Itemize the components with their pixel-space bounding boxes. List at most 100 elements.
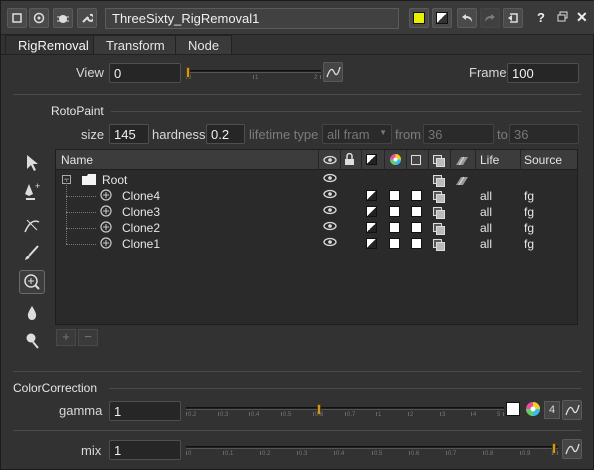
tab-transform[interactable]: Transform <box>93 35 178 54</box>
mask-toggle[interactable] <box>411 238 422 249</box>
slider-tick-label: 0 <box>188 451 192 457</box>
gamma-slider[interactable]: 0.2 0.3 0.4 0.5 0.6 0.7 1 2 3 4 5 <box>186 404 504 418</box>
column-name[interactable]: Name <box>61 153 93 167</box>
lifetime-type-select[interactable]: all fram ▼ <box>322 124 392 144</box>
slider-tick-label: 0.7 <box>347 412 356 418</box>
overlay-toggle[interactable] <box>433 239 445 251</box>
source-value[interactable]: fg <box>524 205 534 219</box>
pen-tool-icon[interactable]: + <box>19 179 45 203</box>
float-icon[interactable] <box>557 11 568 25</box>
disable-icon[interactable] <box>7 8 27 28</box>
frame-input[interactable]: 100 <box>507 63 579 83</box>
slider-tick-label: 4 <box>473 412 477 418</box>
source-value[interactable]: fg <box>524 189 534 203</box>
overlay-toggle[interactable] <box>433 223 445 235</box>
split-swatch-icon[interactable] <box>432 8 452 28</box>
tab-node[interactable]: Node <box>175 35 233 54</box>
tree-row[interactable]: Clone3 all fg <box>56 196 577 220</box>
channel-count-button[interactable]: 4 <box>544 401 560 419</box>
remove-stroke-button[interactable]: − <box>78 329 98 346</box>
overlay-column-icon[interactable] <box>433 155 445 167</box>
folder-icon <box>82 174 96 188</box>
column-source[interactable]: Source <box>524 153 562 167</box>
mix-input[interactable]: 1 <box>109 440 181 460</box>
help-icon[interactable]: ? <box>537 10 545 25</box>
eye-icon[interactable] <box>323 189 337 202</box>
life-value[interactable]: all <box>480 221 492 235</box>
life-value[interactable]: all <box>480 189 492 203</box>
eye-icon[interactable] <box>323 173 337 186</box>
properties-panel: ThreeSixty_RigRemoval1 ? ✕ RigRemoval Tr… <box>0 0 594 470</box>
tree-row-root[interactable]: − Root <box>56 172 577 188</box>
center-node-icon[interactable] <box>29 8 49 28</box>
redo-icon[interactable] <box>480 8 500 28</box>
to-input[interactable]: 36 <box>509 124 579 144</box>
mask-column-icon[interactable] <box>411 155 421 165</box>
wrench-icon[interactable] <box>77 8 97 28</box>
mix-slider[interactable]: 0 0.1 0.2 0.3 0.4 0.5 0.6 0.7 0.8 0.9 1 <box>186 443 558 457</box>
blur-drop-icon[interactable] <box>19 301 45 325</box>
column-life[interactable]: Life <box>480 153 499 167</box>
clone-tool-icon[interactable] <box>19 270 45 294</box>
slider-tick-label: 0.2 <box>262 451 271 457</box>
color-swatch-icon[interactable] <box>409 8 429 28</box>
hardness-label: hardness <box>152 127 206 142</box>
source-value[interactable]: fg <box>524 221 534 235</box>
view-input[interactable]: 0 <box>109 63 181 83</box>
revert-icon[interactable] <box>503 8 523 28</box>
life-value[interactable]: all <box>480 205 492 219</box>
color-swatch[interactable] <box>389 238 400 249</box>
view-slider-handle[interactable] <box>186 67 190 78</box>
undo-icon[interactable] <box>457 8 477 28</box>
color-wheel-icon[interactable] <box>525 401 541 420</box>
dodge-icon[interactable] <box>19 329 45 353</box>
tab-rigremoval[interactable]: RigRemoval <box>5 35 102 54</box>
motion-blur-toggle[interactable] <box>454 175 470 189</box>
color-toggle[interactable] <box>366 190 377 201</box>
node-name-field[interactable]: ThreeSixty_RigRemoval1 <box>105 8 399 29</box>
add-stroke-button[interactable]: + <box>56 329 76 346</box>
stroke-tree[interactable]: Name Life Source − Root Clone4 all fg Cl… <box>55 149 578 346</box>
bug-icon[interactable] <box>53 8 73 28</box>
lock-icon[interactable] <box>344 152 355 169</box>
eye-icon[interactable] <box>323 154 337 168</box>
color-swatch[interactable] <box>389 222 400 233</box>
size-input[interactable]: 145 <box>109 124 149 144</box>
overlay-toggle[interactable] <box>433 191 445 203</box>
motion-blur-icon[interactable] <box>454 155 470 169</box>
close-icon[interactable]: ✕ <box>576 9 588 26</box>
select-arrow-icon[interactable] <box>19 151 45 175</box>
eye-icon[interactable] <box>323 237 337 250</box>
color-wheel-icon[interactable] <box>389 153 402 169</box>
animation-curve-icon[interactable] <box>562 439 582 459</box>
color-toggle[interactable] <box>366 222 377 233</box>
overlay-toggle[interactable] <box>433 175 445 187</box>
mask-toggle[interactable] <box>411 206 422 217</box>
tree-row[interactable]: Clone4 all fg <box>56 180 577 204</box>
color-swatch[interactable] <box>389 190 400 201</box>
source-value[interactable]: fg <box>524 237 534 251</box>
color-swatch[interactable] <box>389 206 400 217</box>
animation-curve-icon[interactable] <box>562 400 582 420</box>
color-column-icon[interactable] <box>366 154 377 165</box>
eye-icon[interactable] <box>323 205 337 218</box>
brush-icon[interactable] <box>19 241 45 265</box>
from-input[interactable]: 36 <box>423 124 494 144</box>
hardness-input[interactable]: 0.2 <box>206 124 245 144</box>
color-toggle[interactable] <box>366 238 377 249</box>
overlay-toggle[interactable] <box>433 207 445 219</box>
tab-divider <box>1 54 594 55</box>
eye-icon[interactable] <box>323 221 337 234</box>
bezier-icon[interactable] <box>19 213 45 237</box>
tree-row[interactable]: Clone2 all fg <box>56 212 577 236</box>
life-value[interactable]: all <box>480 237 492 251</box>
gamma-input[interactable]: 1 <box>109 401 181 421</box>
mask-toggle[interactable] <box>411 222 422 233</box>
view-slider[interactable]: 0 1 2 <box>186 67 321 81</box>
slider-tick-label: 0.7 <box>448 451 457 457</box>
tree-row[interactable]: Clone1 all fg <box>56 228 577 252</box>
color-picker-swatch[interactable] <box>506 402 520 416</box>
animation-curve-icon[interactable] <box>323 62 343 82</box>
mask-toggle[interactable] <box>411 190 422 201</box>
color-toggle[interactable] <box>366 206 377 217</box>
